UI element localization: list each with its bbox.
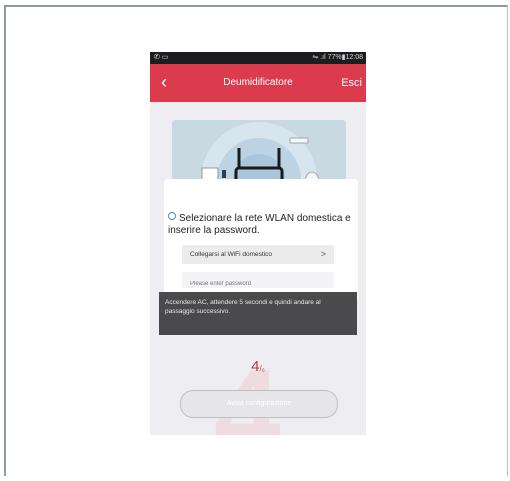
password-input[interactable] (182, 276, 334, 292)
exit-button[interactable]: Esci (341, 64, 362, 102)
info-bullet-icon (168, 212, 176, 220)
step-total: /₆ (259, 364, 265, 373)
power-on-tooltip: Accendere AC, attendere 5 secondi e quin… (159, 292, 357, 335)
instruction-text: Selezionare la rete WLAN domestica e ins… (168, 212, 351, 236)
chevron-right-icon: > (320, 249, 326, 259)
status-right-info: ⇋ .ıl 77%▮12:08 (312, 54, 363, 61)
phone-screen: ✆ ▭ ⇋ .ıl 77%▮12:08 ‹ Deumidificatore Es… (150, 52, 366, 435)
status-bar: ✆ ▭ ⇋ .ıl 77%▮12:08 (150, 52, 366, 64)
password-field-wrap (182, 272, 334, 292)
status-left-icons: ✆ ▭ (154, 54, 169, 61)
start-configuration-button[interactable]: Avvia configurazione (180, 390, 338, 418)
home-wifi-selector[interactable]: Collegarsi al WiFi domestico > (182, 245, 334, 264)
app-bar: ‹ Deumidificatore Esci (150, 64, 366, 102)
wifi-row-label: Collegarsi al WiFi domestico (190, 251, 272, 258)
page-title: Deumidificatore (223, 77, 293, 88)
step-indicator: 4/₆ (150, 358, 366, 375)
